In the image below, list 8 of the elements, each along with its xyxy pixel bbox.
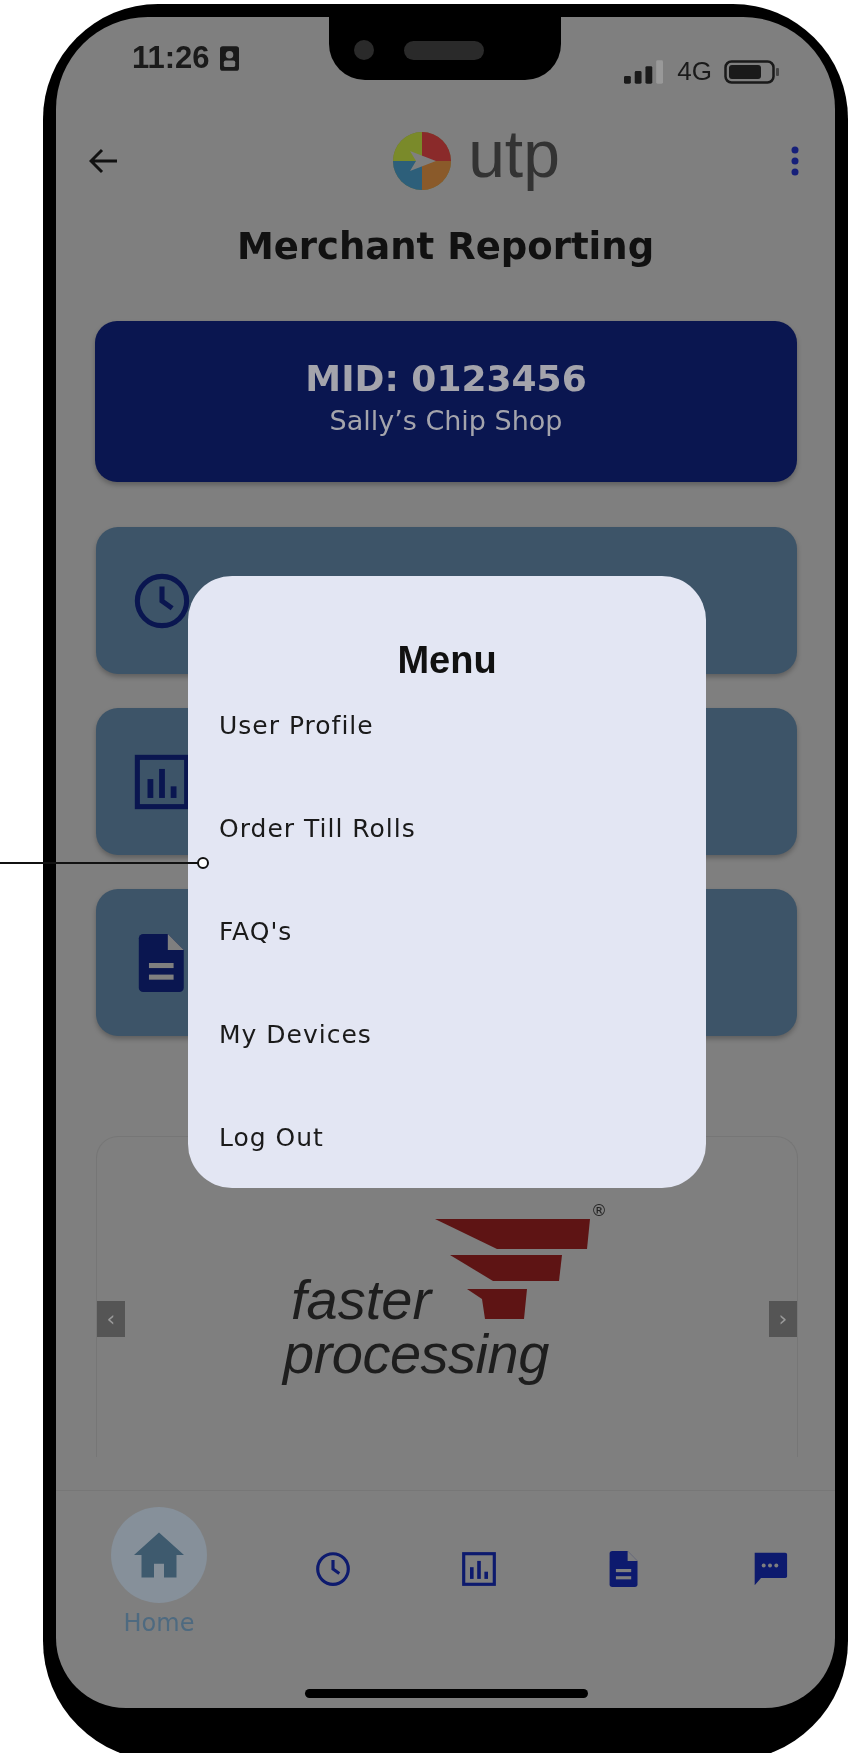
page-title: Merchant Reporting <box>235 225 656 269</box>
status-time: 11:26 <box>132 40 210 76</box>
merchant-id: MID: 0123456 <box>305 356 587 401</box>
merchant-name: Sally’s Chip Shop <box>329 403 563 438</box>
network-label: 4G <box>677 55 712 87</box>
menu-title: Menu <box>396 638 498 683</box>
registered-mark: ® <box>591 1201 607 1220</box>
logo-text: utp <box>468 119 560 189</box>
